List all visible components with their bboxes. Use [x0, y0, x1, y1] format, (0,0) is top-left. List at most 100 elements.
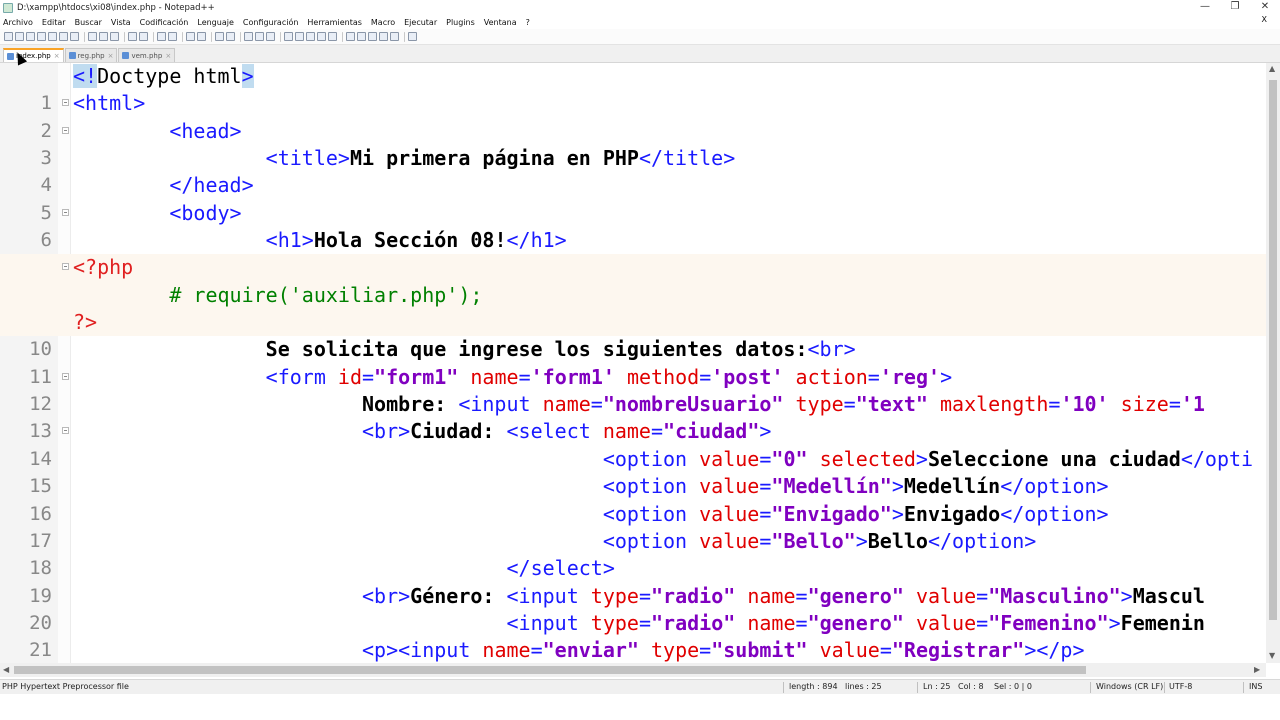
redo-icon[interactable] [139, 32, 148, 41]
fold-toggle-icon[interactable] [62, 372, 69, 380]
maximize-button[interactable]: ❐ [1220, 0, 1250, 15]
scroll-up-icon[interactable]: ▲ [1269, 64, 1275, 73]
tab-close-icon[interactable]: × [108, 52, 114, 60]
status-divider [783, 682, 784, 693]
horizontal-scrollbar[interactable]: ◀ ▶ [0, 663, 1266, 677]
attr-action: action [795, 364, 868, 389]
attr-name: name [747, 583, 796, 608]
form-tag: <form [265, 364, 338, 389]
replace-icon[interactable] [168, 32, 177, 41]
function-list-icon[interactable] [306, 32, 315, 41]
fold-toggle-icon[interactable] [62, 427, 69, 435]
save-macro-icon[interactable] [390, 32, 399, 41]
scroll-left-icon[interactable]: ◀ [3, 665, 9, 674]
indent-guide-icon[interactable] [266, 32, 275, 41]
vertical-scrollbar[interactable]: ▲ ▼ [1266, 63, 1280, 663]
sync-vertical-icon[interactable] [215, 32, 224, 41]
word-wrap-icon[interactable] [244, 32, 253, 41]
scroll-right-icon[interactable]: ▶ [1254, 665, 1260, 674]
status-col: Col : 8 [958, 682, 984, 691]
stop-macro-icon[interactable] [357, 32, 366, 41]
zoom-out-icon[interactable] [197, 32, 206, 41]
php-comment: # require('auxiliar.php'); [169, 282, 483, 307]
file-saved-icon [122, 52, 130, 59]
code-line-1: 1 <!Doctype html> [0, 63, 1266, 114]
fold-toggle-icon[interactable] [62, 263, 69, 271]
toolbar [0, 29, 1280, 45]
menu-plugins[interactable]: Plugins [446, 18, 475, 27]
fold-toggle-icon[interactable] [62, 126, 69, 134]
print-icon[interactable] [70, 32, 79, 41]
play-multiple-icon[interactable] [379, 32, 388, 41]
tab-close-icon[interactable]: × [165, 52, 171, 60]
show-all-chars-icon[interactable] [255, 32, 264, 41]
window-controls: — ❐ ✕ [1190, 0, 1280, 15]
tab-reg-php[interactable]: reg.php × [64, 48, 118, 62]
doc-map-icon[interactable] [295, 32, 304, 41]
menu-macro[interactable]: Macro [371, 18, 395, 27]
equals: = [638, 583, 651, 608]
tag-close: > [1120, 583, 1133, 608]
menu-help[interactable]: ? [526, 18, 530, 27]
spellcheck-icon[interactable] [408, 32, 417, 41]
menu-editar[interactable]: Editar [42, 18, 66, 27]
close-button[interactable]: ✕ [1250, 0, 1280, 15]
monitoring-icon[interactable] [328, 32, 337, 41]
menu-lenguaje[interactable]: Lenguaje [197, 18, 234, 27]
attr-value: "radio" [651, 583, 736, 608]
code-lines: 1 <!Doctype html> 2 <html> 3 <head> 4 <t… [0, 63, 1266, 663]
status-insert-mode: INS [1249, 682, 1263, 691]
minimize-button[interactable]: — [1190, 0, 1220, 15]
menu-herramientas[interactable]: Herramientas [307, 18, 362, 27]
cut-icon[interactable] [88, 32, 97, 41]
tab-index-php[interactable]: index.php × [3, 48, 64, 62]
paste-icon[interactable] [110, 32, 119, 41]
code-line-20: 20 <br>Género: <input type="radio" name=… [0, 583, 1266, 634]
equals: = [1168, 392, 1181, 417]
horizontal-scroll-thumb[interactable] [14, 666, 1086, 674]
new-file-icon[interactable] [4, 32, 13, 41]
tab-vem-php[interactable]: vem.php × [118, 48, 176, 62]
close-all-icon[interactable] [59, 32, 68, 41]
code-editor[interactable]: 1 <!Doctype html> 2 <html> 3 <head> 4 <t… [0, 63, 1266, 663]
fold-toggle-icon[interactable] [62, 99, 69, 107]
play-macro-icon[interactable] [368, 32, 377, 41]
window-title: D:\xampp\htdocs\xi08\index.php - Notepad… [17, 2, 215, 13]
close-document-button[interactable]: X [1262, 15, 1267, 24]
menu-buscar[interactable]: Buscar [75, 18, 102, 27]
zoom-in-icon[interactable] [186, 32, 195, 41]
status-bar: PHP Hypertext Preprocessor file length :… [0, 679, 1280, 694]
toolbar-separator [280, 31, 281, 42]
toolbar-separator [84, 31, 85, 42]
find-icon[interactable] [157, 32, 166, 41]
save-all-icon[interactable] [37, 32, 46, 41]
menu-archivo[interactable]: Archivo [3, 18, 33, 27]
tab-close-icon[interactable]: × [54, 52, 60, 60]
sync-horizontal-icon[interactable] [226, 32, 235, 41]
copy-icon[interactable] [99, 32, 108, 41]
vertical-scroll-thumb[interactable] [1269, 80, 1277, 620]
language-icon[interactable] [284, 32, 293, 41]
fold-toggle-icon[interactable] [62, 208, 69, 216]
equals: = [650, 419, 664, 444]
menu-configuracion[interactable]: Configuración [243, 18, 299, 27]
record-macro-icon[interactable] [346, 32, 355, 41]
menu-codificacion[interactable]: Codificación [140, 18, 189, 27]
input-tag: <input [506, 610, 591, 635]
tag-close: ></p> [1024, 638, 1085, 663]
attr-value: "Medellín" [771, 474, 892, 499]
menu-ejecutar[interactable]: Ejecutar [404, 18, 437, 27]
option-text: Envigado [903, 501, 1001, 526]
attr-type: type [795, 392, 844, 417]
close-file-icon[interactable] [48, 32, 57, 41]
attr-value: 'reg' [879, 364, 941, 389]
undo-icon[interactable] [128, 32, 137, 41]
open-file-icon[interactable] [15, 32, 24, 41]
code-line-3: 3 <head> [0, 118, 1266, 169]
folder-workspace-icon[interactable] [317, 32, 326, 41]
php-close: ?> [73, 310, 98, 335]
scroll-down-icon[interactable]: ▼ [1269, 651, 1275, 660]
save-icon[interactable] [26, 32, 35, 41]
menu-ventana[interactable]: Ventana [484, 18, 517, 27]
menu-vista[interactable]: Vista [111, 18, 131, 27]
